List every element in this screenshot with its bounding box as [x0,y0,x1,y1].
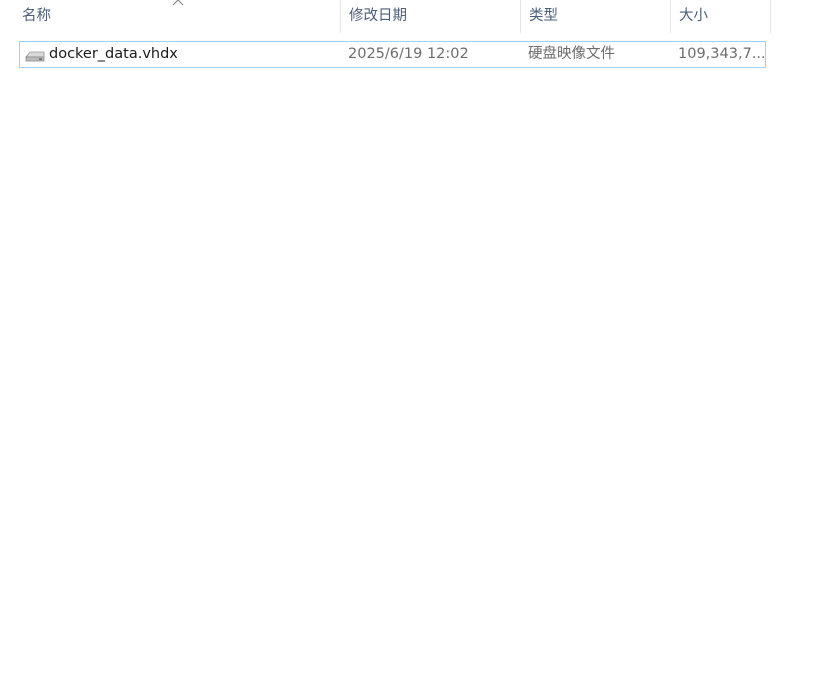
chevron-up-icon [172,0,184,6]
column-header-type[interactable]: 类型 [521,0,671,33]
column-header-type-label: 类型 [529,8,558,24]
column-header-date-label: 修改日期 [349,8,407,24]
column-header-size[interactable]: 大小 [671,0,771,33]
file-row[interactable]: docker_data.vhdx 2025/6/19 12:02 硬盘映像文件 … [19,41,766,68]
file-name: docker_data.vhdx [49,46,178,62]
column-header-size-label: 大小 [679,8,708,24]
disk-image-icon [25,51,45,62]
file-type: 硬盘映像文件 [528,46,615,62]
column-header-date[interactable]: 修改日期 [341,0,521,33]
file-modified-date: 2025/6/19 12:02 [348,46,469,62]
column-header-name-label: 名称 [22,8,51,24]
column-header-bar: 名称 修改日期 类型 大小 [0,0,771,33]
file-size: 109,343,7... [678,46,764,62]
